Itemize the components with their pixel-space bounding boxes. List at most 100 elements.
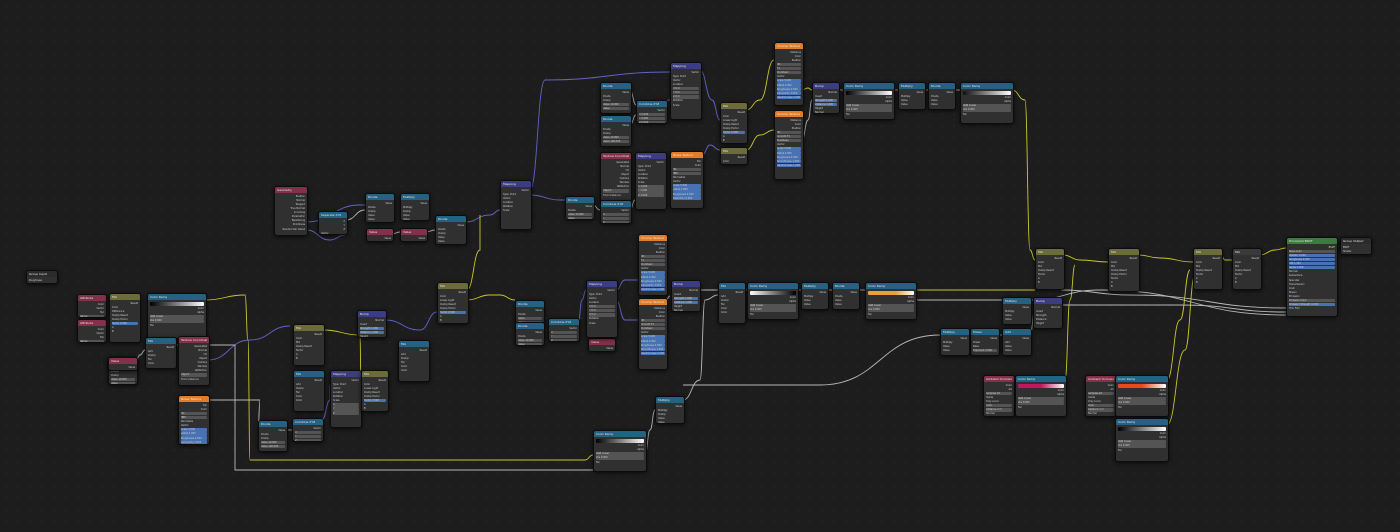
input-field[interactable]: Factor 0.500 [112,322,138,326]
node-divide-k[interactable]: Divide Value Divide Value Value [832,282,860,310]
input-field[interactable]: Z [603,220,629,223]
node-divide-j[interactable]: DivideValueDivideValueValue [515,300,545,324]
node-ramp-i[interactable]: Color Ramp Color Alpha RGB Linear Pos 0.000 F… [1015,375,1067,417]
input-field[interactable]: 1.000 [369,240,391,241]
node-noise-b[interactable]: Noise Texture Fac Color 3D fBM Normalize Vecto… [670,151,704,209]
input-field[interactable]: Lacunarity 2.000 [641,283,665,287]
input-field[interactable]: Pos 0.000 [596,456,644,460]
input-field[interactable]: Pos 0.000 [868,308,914,312]
input-field[interactable]: Strength 1.000 [674,296,698,301]
node-ramp-e[interactable]: Color Ramp Color Alpha RGB Linear Pos 0.000 F… [747,282,799,320]
input-field[interactable]: Z 0.000 [639,120,665,123]
node-geometry[interactable]: Geometry Position Normal Tangent True Normal… [274,186,308,236]
node-link[interactable] [466,215,481,291]
input-field[interactable]: 3D [673,167,701,172]
input-field[interactable]: Color [1088,404,1114,408]
input-field[interactable]: Factor 0.500 [723,131,745,135]
color-ramp-gradient[interactable] [868,291,914,295]
node-multiply-b[interactable]: Multiply Value Multiply Value Value [898,82,926,110]
input-field[interactable]: Object: [603,189,629,193]
input-field[interactable]: Roughness 0.500 [777,155,801,159]
node-divide-d[interactable]: Divide Value Divide Clamp Value 10.000 Value [600,82,632,114]
input-field[interactable]: Distance 1.000 [360,330,384,335]
input-field[interactable]: Euclidean [777,71,801,75]
node-ramp-a[interactable]: Color Ramp Color Alpha RGB Linear Pos 0.000 F… [147,293,207,339]
node-divide-f[interactable]: Divide Value Divide Value 10.000 Value [515,322,545,346]
node-bump-a[interactable]: Bump Normal Invert Strength 1.000 Distance 1… [671,280,701,312]
input-field[interactable]: Scale 5.000 [641,271,665,275]
node-noise-a[interactable]: Noise Texture Fac Color 3D fBM Normalize Vecto… [178,395,210,445]
input-field[interactable]: RGB Linear [963,104,1011,108]
input-field[interactable]: Distance 1.000 [674,300,698,305]
input-field[interactable]: Strength 1.000 [815,98,837,103]
input-field[interactable]: Y 0 m [589,309,615,313]
node-link[interactable] [207,325,291,361]
input-field[interactable]: Pos 0.000 [1018,401,1064,405]
input-field[interactable]: Value 10.000 [603,102,629,107]
input-field[interactable]: Scale 5.000 [673,184,701,188]
node-mix-f[interactable]: Mix Result Color Mix Clamp Result Factor A B [293,324,325,366]
input-field[interactable]: Z [333,411,359,415]
node-multiply-e[interactable]: Multiply Value Multiply Value Value [1002,297,1032,325]
input-field[interactable]: Scale 5.000 [777,147,801,151]
node-header[interactable]: Voronoi Texture [775,111,803,117]
input-field[interactable]: Value 10.000 [568,212,592,217]
input-field[interactable]: Pos 0.000 [150,319,204,323]
input-field[interactable]: Exponent 2.000 [973,348,997,353]
input-field[interactable]: Lacunarity 2.000 [181,440,207,444]
input-field[interactable]: Detail 0.000 [641,275,665,279]
node-link[interactable] [699,69,721,121]
input-field[interactable]: Value 10.000 [518,338,542,343]
node-multiply-d[interactable]: Multiply Value Multiply Value Value [801,282,829,310]
input-field[interactable]: Y [603,216,629,221]
input-field[interactable]: Detail 2.000 [673,188,701,192]
node-header[interactable]: Texture Coordinate [601,153,631,159]
input-field[interactable]: Scale 5.000 [181,428,207,432]
node-link[interactable] [1166,269,1191,381]
input-field[interactable]: Distortion 0.000 [181,444,207,445]
input-field[interactable]: Lacunarity 2.000 [777,91,801,95]
input-field[interactable]: Detail 0.000 [777,83,801,87]
input-field[interactable]: 3D [641,318,665,323]
input-field[interactable]: Smooth F1 [777,135,801,139]
input-field[interactable]: Scale 5.000 [641,335,665,339]
input-field[interactable]: Scale 5.000 [777,79,801,83]
node-mix-c[interactable]: Mix Result Color Linear Light Clamp Result Cl… [720,102,748,144]
input-field[interactable]: Smooth F1 [641,323,665,327]
input-field[interactable]: Value 10.000 [111,377,135,382]
node-separate-a[interactable]: Separate XYZ X Y Z Vector [318,211,348,235]
input-field[interactable]: X [295,430,321,435]
node-link[interactable] [615,299,638,321]
node-multiply-c[interactable]: Multiply Value Multiply Clamp Value Value [655,396,685,424]
node-tex-coord-2[interactable]: Texture Coordinate Generated Normal UV Objec… [600,152,632,202]
node-mapping-c[interactable]: Mapping Vector Type: Point Vector Location Ro… [635,152,667,210]
input-field[interactable]: Roughness 0.500 [641,343,665,347]
node-mix-b[interactable]: Mix Result Add Clamp Fac Color [145,337,177,369]
node-header[interactable]: Voronoi Texture [775,43,803,49]
node-power-a[interactable]: Power Value Power Base Exponent 2.000 [970,328,1000,356]
input-field[interactable]: Z 1.000 [638,193,664,197]
input-field[interactable]: Roughness 0.500 [641,279,665,283]
node-value-a[interactable]: ValueValue1.000 [366,228,394,242]
node-divide-b[interactable]: Divide Value Divide Clamp Value Value [365,193,395,223]
node-mapping-b[interactable]: Mapping Vector Type: Point Vector Location X … [586,280,618,338]
input-field[interactable]: Value [518,316,542,321]
color-ramp-gradient[interactable] [150,302,204,306]
input-field[interactable]: F1 [641,259,665,263]
input-field[interactable]: X 0.000 [639,112,665,117]
color-ramp-gradient[interactable] [750,291,796,295]
node-multiply-f[interactable]: Multiply Value Multiply Value Value [940,328,970,356]
input-field[interactable]: F1 [777,67,801,71]
input-field[interactable]: fBM [181,415,207,420]
node-divide-g[interactable]: Divide Value Divide Value Value [928,82,956,110]
input-field[interactable]: Pos 0.000 [1118,444,1166,448]
input-field[interactable]: Z 0 m [673,95,699,99]
node-link[interactable] [745,129,775,151]
input-field[interactable]: Detail 2.000 [181,432,207,436]
node-mix-k[interactable]: Mix Result Color Mix Clamp Result Factor A B [1193,248,1223,290]
node-ramp-j[interactable]: Color Ramp Color Alpha RGB Linear Pos 0.000 F… [1115,375,1169,417]
node-value-b[interactable]: ValueValue0.200 [400,228,428,242]
input-field[interactable]: Detail 0.000 [641,339,665,343]
color-ramp-gradient[interactable] [1118,384,1166,388]
input-field[interactable]: Emission Strength 0.000 [1289,302,1335,307]
